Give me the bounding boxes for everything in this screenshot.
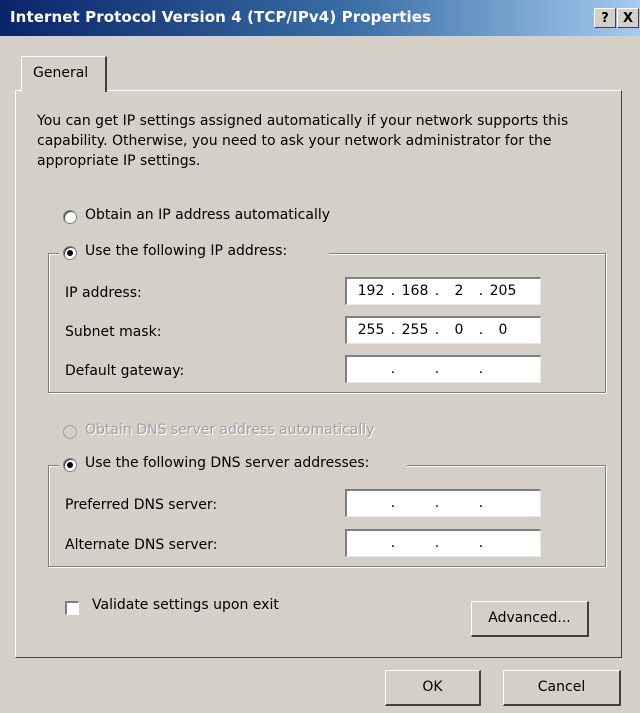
title-bar[interactable]: Internet Protocol Version 4 (TCP/IPv4) P… — [0, 0, 640, 36]
ip-dot: . — [478, 322, 484, 338]
obtain-dns-auto-label: Obtain DNS server address automatically — [85, 422, 375, 438]
default-gateway-label: Default gateway: — [65, 363, 185, 379]
use-following-dns-radio[interactable] — [63, 458, 77, 472]
validate-settings-checkbox[interactable] — [65, 601, 79, 615]
alternate-dns-input[interactable]: . . . — [345, 529, 541, 557]
ip-address-octet-4: 205 — [489, 283, 517, 299]
obtain-ip-auto-radio[interactable] — [63, 210, 77, 224]
tab-general-label: General — [33, 65, 89, 81]
subnet-mask-input[interactable]: 255 . 255 . 0 . 0 — [345, 316, 541, 344]
validate-settings-label[interactable]: Validate settings upon exit — [92, 597, 279, 613]
ip-dot: . — [434, 535, 440, 551]
obtain-ip-auto-label[interactable]: Obtain an IP address automatically — [85, 207, 330, 223]
ip-dot: . — [390, 535, 396, 551]
subnet-mask-octet-3: 0 — [454, 322, 464, 338]
help-button[interactable]: ? — [594, 8, 616, 28]
ip-dot: . — [390, 495, 396, 511]
ip-address-input[interactable]: 192 . 168 . 2 . 205 — [345, 277, 541, 305]
preferred-dns-label: Preferred DNS server: — [65, 497, 218, 513]
alternate-dns-label: Alternate DNS server: — [65, 537, 218, 553]
ip-dot: . — [478, 361, 484, 377]
ipv4-properties-dialog: Internet Protocol Version 4 (TCP/IPv4) P… — [0, 0, 640, 713]
description-text: You can get IP settings assigned automat… — [37, 113, 569, 169]
close-button[interactable]: X — [617, 8, 639, 28]
ip-address-label: IP address: — [65, 285, 142, 301]
preferred-dns-input[interactable]: . . . — [345, 489, 541, 517]
ip-dot: . — [390, 283, 396, 299]
cancel-button[interactable]: Cancel — [503, 670, 621, 706]
ip-dot: . — [434, 495, 440, 511]
ip-dot: . — [478, 283, 484, 299]
ok-button[interactable]: OK — [385, 670, 481, 706]
window-title: Internet Protocol Version 4 (TCP/IPv4) P… — [10, 8, 432, 26]
advanced-button[interactable]: Advanced... — [471, 601, 589, 637]
subnet-mask-octet-4: 0 — [498, 322, 508, 338]
subnet-mask-octet-2: 255 — [401, 322, 429, 338]
obtain-dns-auto-radio — [63, 425, 77, 439]
ip-dot: . — [434, 361, 440, 377]
use-following-ip-label[interactable]: Use the following IP address: — [85, 243, 287, 259]
ip-address-octet-3: 2 — [454, 283, 464, 299]
use-following-dns-label[interactable]: Use the following DNS server addresses: — [85, 455, 369, 471]
subnet-mask-octet-1: 255 — [357, 322, 385, 338]
ip-dot: . — [478, 495, 484, 511]
ip-address-octet-1: 192 — [357, 283, 385, 299]
ip-dot: . — [478, 535, 484, 551]
ip-dot: . — [390, 322, 396, 338]
subnet-mask-label: Subnet mask: — [65, 324, 162, 340]
ip-dot: . — [390, 361, 396, 377]
ip-dot: . — [434, 322, 440, 338]
default-gateway-input[interactable]: . . . — [345, 355, 541, 383]
ip-address-octet-2: 168 — [401, 283, 429, 299]
general-tab-panel: You can get IP settings assigned automat… — [15, 90, 622, 658]
use-following-ip-radio[interactable] — [63, 246, 77, 260]
ip-dot: . — [434, 283, 440, 299]
tab-general[interactable]: General — [21, 56, 107, 92]
